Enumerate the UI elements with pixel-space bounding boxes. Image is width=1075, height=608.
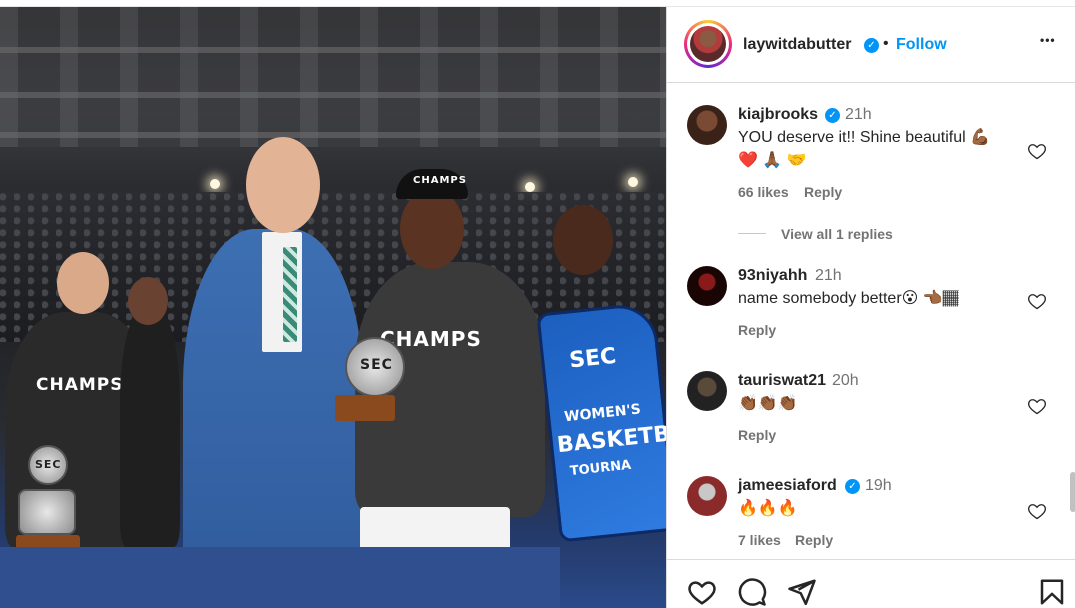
arena-light xyxy=(525,182,535,192)
comment-username[interactable]: kiajbrooks xyxy=(738,106,818,124)
commenter-avatar[interactable] xyxy=(687,371,727,411)
player-center-head xyxy=(400,189,464,269)
comment-text: YOU deserve it!! Shine beautiful 💪🏾 xyxy=(738,129,991,146)
post-photo[interactable]: CHAMPS SEC CHAMPS CHAMPS SEC SEC WOMEN'S… xyxy=(0,7,666,608)
sign-line-2: BASKETB xyxy=(555,421,666,459)
post-actions-bar xyxy=(667,559,1075,608)
comment-time: 20h xyxy=(832,372,859,389)
reply-button[interactable]: Reply xyxy=(738,427,776,443)
comment-username[interactable]: 93niyahh xyxy=(738,267,807,285)
comment-likes[interactable]: 66 likes xyxy=(738,184,789,200)
arena-light xyxy=(210,179,220,189)
rafter-beam xyxy=(0,132,666,138)
hat-text: CHAMPS xyxy=(413,175,467,186)
author-avatar[interactable] xyxy=(684,20,732,68)
comment-time: 21h xyxy=(845,106,872,123)
post-header: laywitdabutter ✓ • Follow ••• xyxy=(667,7,1075,83)
verified-badge-icon: ✓ xyxy=(864,38,879,53)
commenter-avatar[interactable] xyxy=(687,476,727,516)
sign-line-1: WOMEN'S xyxy=(563,401,642,426)
more-options-icon[interactable]: ••• xyxy=(1040,33,1056,47)
heart-icon[interactable] xyxy=(1027,141,1047,161)
small-trophy-logo: SEC xyxy=(35,458,62,471)
player-left-head xyxy=(57,252,109,314)
reply-button[interactable]: Reply xyxy=(738,322,776,338)
player-back xyxy=(120,307,180,547)
comment-time: 21h xyxy=(815,267,842,284)
comments-list: kiajbrooks ✓ 21h YOU deserve it!! Shine … xyxy=(667,84,1075,559)
small-trophy-body xyxy=(18,489,76,535)
follow-button[interactable]: Follow xyxy=(896,36,947,54)
comment-text-line-2: ❤️ 🙏🏾 🤝 xyxy=(738,152,807,169)
comment-text: 🔥🔥🔥 xyxy=(738,500,798,517)
comment-bubble-icon[interactable] xyxy=(737,577,767,607)
sign-logo: SEC xyxy=(568,343,618,374)
trophy-base xyxy=(335,395,395,421)
comment-text: 👏🏾👏🏾👏🏾 xyxy=(738,395,798,412)
author-username[interactable]: laywitdabutter xyxy=(743,36,851,54)
instagram-post-viewer: CHAMPS SEC CHAMPS CHAMPS SEC SEC WOMEN'S… xyxy=(0,0,1075,608)
verified-badge-icon: ✓ xyxy=(845,479,860,494)
player-right-head xyxy=(553,205,613,275)
player-back-head xyxy=(128,277,168,325)
scrollbar-thumb[interactable] xyxy=(1070,472,1075,512)
trophy-logo: SEC xyxy=(360,357,393,373)
commenter-avatar[interactable] xyxy=(687,105,727,145)
rafter-beam xyxy=(0,92,666,98)
reply-button[interactable]: Reply xyxy=(795,532,833,548)
header-separator: • xyxy=(883,35,889,52)
heart-icon[interactable] xyxy=(1027,291,1047,311)
verified-badge-icon: ✓ xyxy=(825,108,840,123)
view-replies-button[interactable]: View all 1 replies xyxy=(781,226,893,242)
post-side-panel: laywitdabutter ✓ • Follow ••• kiajbrooks… xyxy=(666,7,1075,608)
comment-username[interactable]: tauriswat21 xyxy=(738,372,826,390)
shirt-text-left: CHAMPS xyxy=(36,375,124,395)
rafter-beam xyxy=(0,47,666,53)
commissioner-head xyxy=(246,137,320,233)
comment-likes[interactable]: 7 likes xyxy=(738,532,781,548)
heart-icon[interactable] xyxy=(687,577,717,607)
heart-icon[interactable] xyxy=(1027,501,1047,521)
comments-scrollbar[interactable] xyxy=(1068,84,1075,559)
comment-time: 19h xyxy=(865,477,892,494)
paper-plane-icon[interactable] xyxy=(787,577,817,607)
top-border xyxy=(0,0,1075,7)
trophy-table xyxy=(0,547,560,608)
sec-sign: SEC WOMEN'S BASKETB TOURNA xyxy=(536,301,666,543)
comment-username[interactable]: jameesiaford xyxy=(738,477,837,495)
arena-rafters xyxy=(0,7,666,147)
commissioner-tie xyxy=(283,247,297,342)
bookmark-icon[interactable] xyxy=(1037,577,1067,607)
heart-icon[interactable] xyxy=(1027,396,1047,416)
arena-light xyxy=(628,177,638,187)
sign-line-3: TOURNA xyxy=(569,457,632,480)
commenter-avatar[interactable] xyxy=(687,266,727,306)
comment-text: name somebody better😮 👈🏾🏾 xyxy=(738,290,959,307)
view-replies-line xyxy=(738,233,766,234)
reply-button[interactable]: Reply xyxy=(804,184,842,200)
